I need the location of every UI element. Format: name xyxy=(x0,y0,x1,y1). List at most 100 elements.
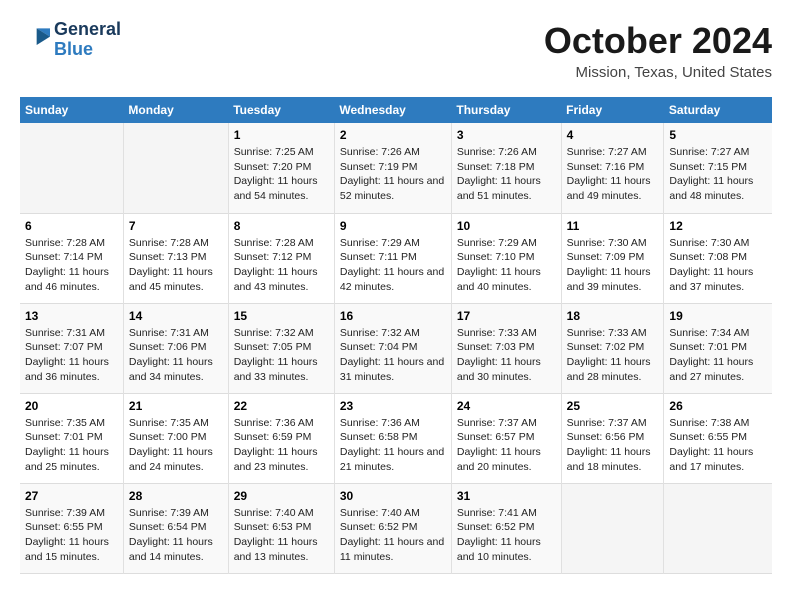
sunset-text: Sunset: 7:06 PM xyxy=(129,341,207,353)
day-info: Sunrise: 7:35 AM Sunset: 7:01 PM Dayligh… xyxy=(25,416,118,475)
daylight-text: Daylight: 11 hours and 17 minutes. xyxy=(669,446,753,473)
sunset-text: Sunset: 6:56 PM xyxy=(567,431,645,443)
calendar-week-row: 27 Sunrise: 7:39 AM Sunset: 6:55 PM Dayl… xyxy=(20,483,772,573)
daylight-text: Daylight: 11 hours and 33 minutes. xyxy=(234,356,318,383)
calendar-table: SundayMondayTuesdayWednesdayThursdayFrid… xyxy=(20,97,772,574)
day-number: 19 xyxy=(669,309,767,323)
day-number: 15 xyxy=(234,309,329,323)
sunset-text: Sunset: 7:08 PM xyxy=(669,251,747,263)
daylight-text: Daylight: 11 hours and 24 minutes. xyxy=(129,446,213,473)
calendar-cell: 9 Sunrise: 7:29 AM Sunset: 7:11 PM Dayli… xyxy=(334,213,451,303)
weekday-header-row: SundayMondayTuesdayWednesdayThursdayFrid… xyxy=(20,97,772,123)
daylight-text: Daylight: 11 hours and 21 minutes. xyxy=(340,446,444,473)
sunset-text: Sunset: 6:55 PM xyxy=(25,521,103,533)
logo-text-line2: Blue xyxy=(54,40,121,60)
day-info: Sunrise: 7:40 AM Sunset: 6:53 PM Dayligh… xyxy=(234,506,329,565)
sunrise-text: Sunrise: 7:27 AM xyxy=(567,146,647,158)
day-info: Sunrise: 7:25 AM Sunset: 7:20 PM Dayligh… xyxy=(234,145,329,204)
sunrise-text: Sunrise: 7:34 AM xyxy=(669,327,749,339)
calendar-cell: 7 Sunrise: 7:28 AM Sunset: 7:13 PM Dayli… xyxy=(123,213,228,303)
calendar-cell: 10 Sunrise: 7:29 AM Sunset: 7:10 PM Dayl… xyxy=(451,213,561,303)
weekday-header: Wednesday xyxy=(334,97,451,123)
day-info: Sunrise: 7:31 AM Sunset: 7:06 PM Dayligh… xyxy=(129,326,223,385)
sunrise-text: Sunrise: 7:27 AM xyxy=(669,146,749,158)
sunrise-text: Sunrise: 7:40 AM xyxy=(234,507,314,519)
day-number: 8 xyxy=(234,219,329,233)
daylight-text: Daylight: 11 hours and 39 minutes. xyxy=(567,266,651,293)
daylight-text: Daylight: 11 hours and 43 minutes. xyxy=(234,266,318,293)
calendar-cell: 28 Sunrise: 7:39 AM Sunset: 6:54 PM Dayl… xyxy=(123,483,228,573)
sunrise-text: Sunrise: 7:36 AM xyxy=(234,417,314,429)
day-info: Sunrise: 7:36 AM Sunset: 6:59 PM Dayligh… xyxy=(234,416,329,475)
daylight-text: Daylight: 11 hours and 28 minutes. xyxy=(567,356,651,383)
sunrise-text: Sunrise: 7:35 AM xyxy=(129,417,209,429)
sunrise-text: Sunrise: 7:29 AM xyxy=(340,237,420,249)
sunset-text: Sunset: 7:07 PM xyxy=(25,341,103,353)
day-number: 12 xyxy=(669,219,767,233)
calendar-cell: 18 Sunrise: 7:33 AM Sunset: 7:02 PM Dayl… xyxy=(561,303,664,393)
sunset-text: Sunset: 6:57 PM xyxy=(457,431,535,443)
day-number: 18 xyxy=(567,309,659,323)
logo-icon xyxy=(20,25,50,55)
title-block: October 2024 Mission, Texas, United Stat… xyxy=(544,20,772,81)
sunset-text: Sunset: 7:15 PM xyxy=(669,161,747,173)
day-info: Sunrise: 7:33 AM Sunset: 7:03 PM Dayligh… xyxy=(457,326,556,385)
calendar-cell: 19 Sunrise: 7:34 AM Sunset: 7:01 PM Dayl… xyxy=(664,303,772,393)
sunset-text: Sunset: 6:53 PM xyxy=(234,521,312,533)
day-info: Sunrise: 7:29 AM Sunset: 7:10 PM Dayligh… xyxy=(457,236,556,295)
calendar-cell xyxy=(123,123,228,213)
daylight-text: Daylight: 11 hours and 37 minutes. xyxy=(669,266,753,293)
daylight-text: Daylight: 11 hours and 15 minutes. xyxy=(25,536,109,563)
day-number: 31 xyxy=(457,489,556,503)
sunrise-text: Sunrise: 7:40 AM xyxy=(340,507,420,519)
calendar-week-row: 6 Sunrise: 7:28 AM Sunset: 7:14 PM Dayli… xyxy=(20,213,772,303)
calendar-cell: 26 Sunrise: 7:38 AM Sunset: 6:55 PM Dayl… xyxy=(664,393,772,483)
logo-text-line1: General xyxy=(54,20,121,40)
sunset-text: Sunset: 7:12 PM xyxy=(234,251,312,263)
sunrise-text: Sunrise: 7:28 AM xyxy=(129,237,209,249)
sunrise-text: Sunrise: 7:36 AM xyxy=(340,417,420,429)
calendar-cell: 6 Sunrise: 7:28 AM Sunset: 7:14 PM Dayli… xyxy=(20,213,123,303)
calendar-cell: 24 Sunrise: 7:37 AM Sunset: 6:57 PM Dayl… xyxy=(451,393,561,483)
weekday-header: Tuesday xyxy=(228,97,334,123)
daylight-text: Daylight: 11 hours and 25 minutes. xyxy=(25,446,109,473)
daylight-text: Daylight: 11 hours and 31 minutes. xyxy=(340,356,444,383)
day-number: 9 xyxy=(340,219,446,233)
daylight-text: Daylight: 11 hours and 52 minutes. xyxy=(340,175,444,202)
day-info: Sunrise: 7:38 AM Sunset: 6:55 PM Dayligh… xyxy=(669,416,767,475)
logo: General Blue xyxy=(20,20,121,60)
day-info: Sunrise: 7:37 AM Sunset: 6:57 PM Dayligh… xyxy=(457,416,556,475)
sunrise-text: Sunrise: 7:39 AM xyxy=(129,507,209,519)
calendar-cell xyxy=(20,123,123,213)
sunset-text: Sunset: 7:20 PM xyxy=(234,161,312,173)
calendar-cell: 3 Sunrise: 7:26 AM Sunset: 7:18 PM Dayli… xyxy=(451,123,561,213)
daylight-text: Daylight: 11 hours and 46 minutes. xyxy=(25,266,109,293)
day-number: 3 xyxy=(457,128,556,142)
calendar-cell: 20 Sunrise: 7:35 AM Sunset: 7:01 PM Dayl… xyxy=(20,393,123,483)
calendar-cell: 8 Sunrise: 7:28 AM Sunset: 7:12 PM Dayli… xyxy=(228,213,334,303)
day-info: Sunrise: 7:37 AM Sunset: 6:56 PM Dayligh… xyxy=(567,416,659,475)
sunset-text: Sunset: 7:04 PM xyxy=(340,341,418,353)
sunrise-text: Sunrise: 7:35 AM xyxy=(25,417,105,429)
calendar-cell: 12 Sunrise: 7:30 AM Sunset: 7:08 PM Dayl… xyxy=(664,213,772,303)
daylight-text: Daylight: 11 hours and 51 minutes. xyxy=(457,175,541,202)
day-info: Sunrise: 7:32 AM Sunset: 7:04 PM Dayligh… xyxy=(340,326,446,385)
calendar-cell xyxy=(561,483,664,573)
page-header: General Blue October 2024 Mission, Texas… xyxy=(20,20,772,81)
daylight-text: Daylight: 11 hours and 54 minutes. xyxy=(234,175,318,202)
daylight-text: Daylight: 11 hours and 36 minutes. xyxy=(25,356,109,383)
daylight-text: Daylight: 11 hours and 18 minutes. xyxy=(567,446,651,473)
daylight-text: Daylight: 11 hours and 34 minutes. xyxy=(129,356,213,383)
sunset-text: Sunset: 7:05 PM xyxy=(234,341,312,353)
calendar-cell: 25 Sunrise: 7:37 AM Sunset: 6:56 PM Dayl… xyxy=(561,393,664,483)
calendar-week-row: 13 Sunrise: 7:31 AM Sunset: 7:07 PM Dayl… xyxy=(20,303,772,393)
day-number: 29 xyxy=(234,489,329,503)
sunrise-text: Sunrise: 7:32 AM xyxy=(234,327,314,339)
calendar-week-row: 1 Sunrise: 7:25 AM Sunset: 7:20 PM Dayli… xyxy=(20,123,772,213)
daylight-text: Daylight: 11 hours and 45 minutes. xyxy=(129,266,213,293)
daylight-text: Daylight: 11 hours and 42 minutes. xyxy=(340,266,444,293)
sunset-text: Sunset: 7:01 PM xyxy=(669,341,747,353)
sunset-text: Sunset: 7:16 PM xyxy=(567,161,645,173)
daylight-text: Daylight: 11 hours and 14 minutes. xyxy=(129,536,213,563)
sunrise-text: Sunrise: 7:26 AM xyxy=(340,146,420,158)
